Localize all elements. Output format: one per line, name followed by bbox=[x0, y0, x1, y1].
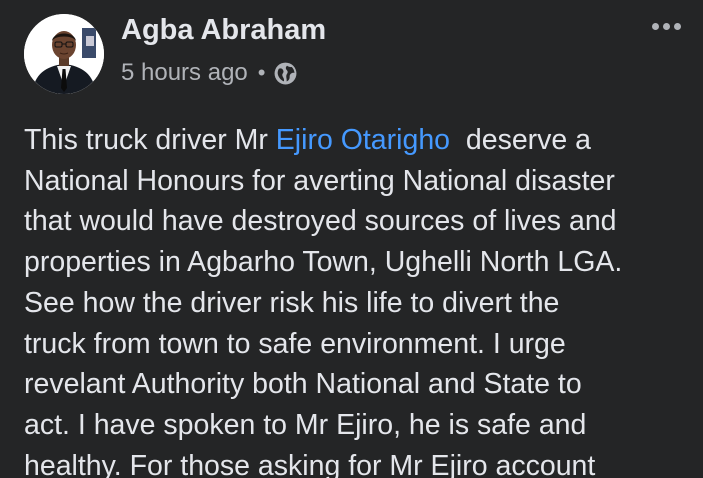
post-text-line: healthy. For those asking for Mr Ejiro a… bbox=[24, 449, 596, 478]
avatar-photo bbox=[24, 14, 104, 94]
more-dot bbox=[651, 22, 659, 30]
post-text-line: National Honours for averting National d… bbox=[24, 164, 615, 197]
post-text-line: truck from town to safe environment. I u… bbox=[24, 327, 566, 360]
post-text-line: This truck driver Mr Ejiro Otarigho dese… bbox=[24, 120, 703, 161]
post-body-text: This truck driver Mr Ejiro Otarigho dese… bbox=[24, 120, 703, 478]
post-text-line: revelant Authority both National and Sta… bbox=[24, 368, 582, 401]
more-dot bbox=[662, 22, 670, 30]
author-name[interactable]: Agba Abraham bbox=[121, 14, 326, 47]
post-text-line: that would have destroyed sources of liv… bbox=[24, 205, 617, 238]
post-text-segment: This truck driver Mr bbox=[24, 124, 276, 156]
post-card: Agba Abraham 5 hours ago • This truck dr… bbox=[0, 0, 703, 478]
mention-link[interactable]: Ejiro Otarigho bbox=[276, 124, 450, 156]
post-text-line: See how the driver risk his life to dive… bbox=[24, 286, 560, 319]
post-text-line: act. I have spoken to Mr Ejiro, he is sa… bbox=[24, 408, 587, 441]
more-options-icon[interactable] bbox=[649, 12, 683, 40]
avatar[interactable] bbox=[24, 14, 104, 94]
globe-icon[interactable] bbox=[273, 61, 298, 86]
post-text-line: properties in Agbarho Town, Ughelli Nort… bbox=[24, 246, 623, 279]
meta-separator: • bbox=[257, 60, 266, 85]
post-text-segment: deserve a bbox=[450, 124, 592, 156]
post-meta: 5 hours ago • bbox=[121, 58, 298, 88]
post-timestamp[interactable]: 5 hours ago bbox=[121, 59, 248, 87]
more-dot bbox=[673, 22, 681, 30]
